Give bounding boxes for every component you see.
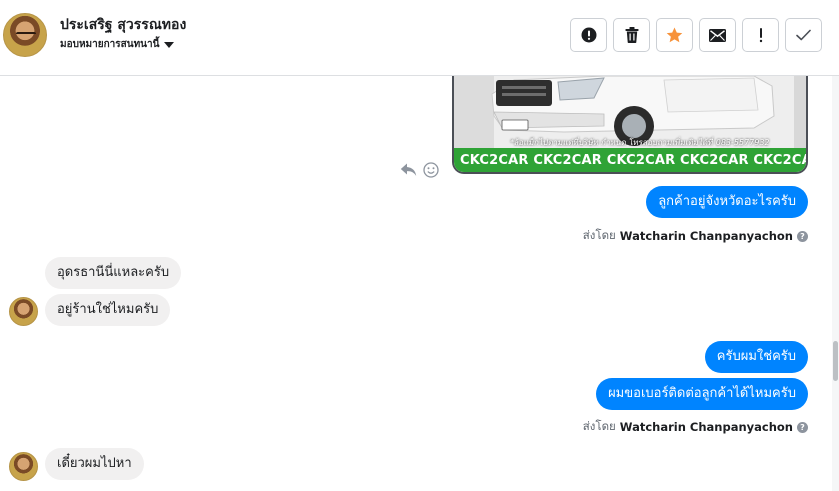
checkmark-icon xyxy=(796,29,811,41)
reply-icon[interactable] xyxy=(400,163,417,177)
conversation-view: ประเสริฐ สุวรรณทอง มอบหมายการสนทนานี้ *ล… xyxy=(0,0,839,491)
header-actions xyxy=(570,18,822,52)
help-icon[interactable]: ? xyxy=(797,230,808,242)
sender-name: Watcharin Chanpanyachon xyxy=(619,420,793,434)
incoming-message[interactable]: อยู่ร้านใช่ไหมครับ xyxy=(45,294,171,326)
help-icon[interactable]: ? xyxy=(797,421,808,433)
mark-spam-button[interactable] xyxy=(570,18,607,52)
mark-unread-button[interactable] xyxy=(699,18,736,52)
star-icon xyxy=(666,27,683,43)
emoji-reaction-icon[interactable] xyxy=(423,162,439,178)
avatar[interactable] xyxy=(3,13,47,57)
assign-conversation-dropdown[interactable]: มอบหมายการสนทนานี้ xyxy=(60,37,175,52)
scrollbar[interactable] xyxy=(832,76,839,491)
chevron-down-icon xyxy=(164,42,175,48)
star-button[interactable] xyxy=(656,18,693,52)
mark-done-button[interactable] xyxy=(785,18,822,52)
image-attachment[interactable]: *ล้อแม็กไปตามแต่ที่บริษัท กำหนด โทรสอบถา… xyxy=(452,76,808,174)
sent-by-prefix: ส่งโดย xyxy=(582,228,616,242)
outgoing-message[interactable]: ผมขอเบอร์ติดต่อลูกค้าได้ไหมครับ xyxy=(596,378,808,410)
alert-circle-icon xyxy=(581,27,596,43)
incoming-message[interactable]: อุดรธานีนี่แหละครับ xyxy=(45,257,182,289)
envelope-icon xyxy=(709,28,726,42)
scrollbar-thumb[interactable] xyxy=(833,341,838,381)
outgoing-message[interactable]: ครับผมใช่ครับ xyxy=(704,341,808,373)
sent-by-prefix: ส่งโดย xyxy=(582,419,616,433)
avatar xyxy=(9,452,38,481)
sender-name: Watcharin Chanpanyachon xyxy=(619,229,793,243)
message-tools xyxy=(400,162,439,178)
sent-by-label: ส่งโดย Watcharin Chanpanyachon ? xyxy=(583,418,808,436)
trash-icon xyxy=(625,27,638,43)
assign-label: มอบหมายการสนทนานี้ xyxy=(60,39,160,50)
incoming-message[interactable]: เดี๋ยวผมไปหา xyxy=(45,448,144,480)
conversation-header: ประเสริฐ สุวรรณทอง มอบหมายการสนทนานี้ xyxy=(0,0,839,76)
attachment-banner: CKC2CAR CKC2CAR CKC2CAR CKC2CAR CKC2CAR … xyxy=(454,148,806,172)
exclamation-icon xyxy=(759,28,762,43)
avatar-glasses xyxy=(16,32,36,37)
avatar xyxy=(9,297,38,326)
sent-by-label: ส่งโดย Watcharin Chanpanyachon ? xyxy=(583,227,808,245)
outgoing-message[interactable]: ลูกค้าอยู่จังหวัดอะไรครับ xyxy=(646,186,808,218)
follow-up-button[interactable] xyxy=(742,18,779,52)
contact-name[interactable]: ประเสริฐ สุวรรณทอง xyxy=(60,14,186,36)
delete-button[interactable] xyxy=(613,18,650,52)
